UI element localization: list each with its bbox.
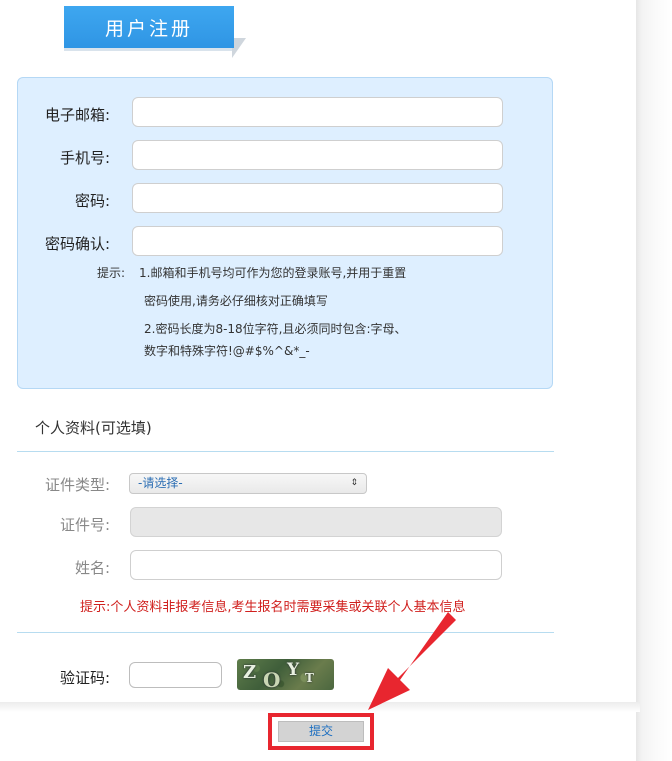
id-type-selected-value: -请选择-: [138, 476, 183, 490]
account-tip-line: 数字和特殊字符!@#$%^&*_-: [144, 344, 310, 358]
id-type-select[interactable]: -请选择- ⇕: [129, 473, 367, 494]
account-tip-line: 密码使用,请务必仔细核对正确填写: [144, 294, 328, 308]
select-arrows-icon: ⇕: [350, 478, 358, 488]
email-label: 电子邮箱:: [44, 106, 110, 124]
name-label: 姓名:: [74, 559, 110, 577]
phone-field[interactable]: [132, 140, 503, 170]
captcha-image[interactable]: Z O Y T: [237, 659, 334, 690]
phone-label: 手机号:: [59, 149, 110, 167]
captcha-field[interactable]: [129, 662, 222, 688]
email-field[interactable]: [132, 97, 503, 127]
page-title: 用户注册: [64, 6, 234, 48]
name-field[interactable]: [130, 550, 502, 580]
account-tip-prefix: 提示:: [97, 266, 126, 280]
content-bottom-shadow: [0, 702, 640, 712]
id-type-label: 证件类型:: [44, 476, 110, 494]
page-edge-shadow: [636, 0, 672, 761]
password-field[interactable]: [132, 183, 503, 213]
password-confirm-field[interactable]: [132, 226, 503, 256]
submit-button[interactable]: 提交: [278, 721, 364, 742]
title-ribbon-fold: [232, 38, 246, 58]
section-divider: [17, 451, 554, 452]
red-arrow-annotation-icon: [368, 612, 456, 710]
password-label: 密码:: [74, 192, 110, 210]
account-tip-line: 2.密码长度为8-18位字符,且必须同时包含:字母、: [144, 322, 407, 336]
submit-highlight-box: 提交: [268, 713, 374, 750]
profile-section-title: 个人资料(可选填): [35, 419, 152, 437]
id-number-field: [130, 507, 502, 537]
account-tip-line: 1.邮箱和手机号均可作为您的登录账号,并用于重置: [139, 266, 407, 280]
id-number-label: 证件号:: [59, 516, 110, 534]
section-divider: [17, 632, 554, 633]
captcha-label: 验证码:: [59, 669, 110, 687]
password-confirm-label: 密码确认:: [44, 235, 110, 253]
